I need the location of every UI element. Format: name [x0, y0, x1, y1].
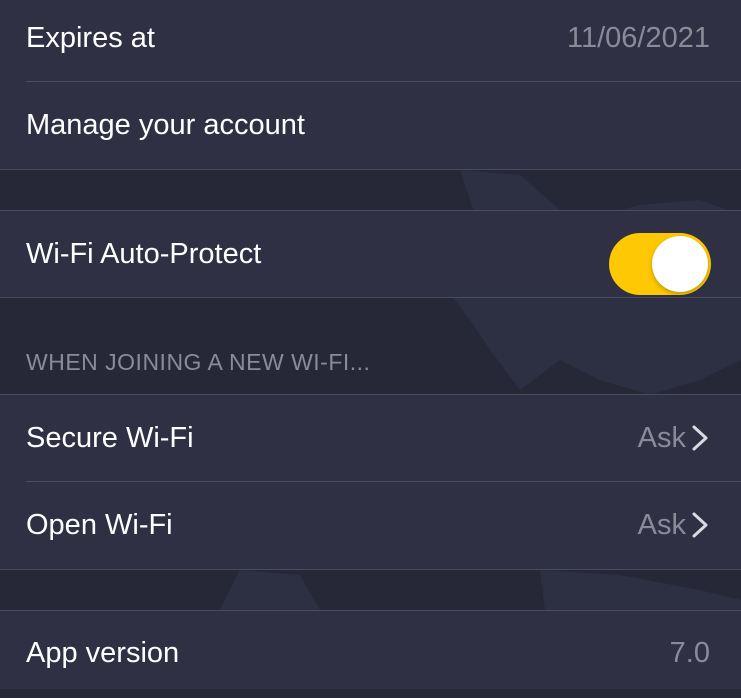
section-header-new-wifi: WHEN JOINING A NEW WI-FI... — [26, 349, 371, 375]
open-wifi-value: Ask — [637, 509, 686, 541]
expires-at-row: Expires at 11/06/2021 — [0, 0, 741, 82]
separator — [0, 169, 741, 170]
app-version-label: App version — [26, 637, 180, 669]
secure-wifi-label: Secure Wi-Fi — [26, 422, 194, 454]
expires-at-value: 11/06/2021 — [567, 22, 710, 54]
wifi-auto-protect-row: Wi-Fi Auto-Protect — [0, 211, 741, 298]
chevron-right-icon — [692, 425, 708, 451]
secure-wifi-value: Ask — [637, 422, 686, 454]
manage-account-row[interactable]: Manage your account — [0, 82, 741, 169]
separator — [0, 297, 741, 298]
open-wifi-row[interactable]: Open Wi-Fi Ask — [0, 482, 741, 569]
manage-account-label[interactable]: Manage your account — [26, 82, 305, 169]
toggle-knob — [652, 236, 708, 292]
open-wifi-label: Open Wi-Fi — [26, 509, 173, 541]
secure-wifi-row[interactable]: Secure Wi-Fi Ask — [0, 395, 741, 482]
separator — [0, 569, 741, 570]
wifi-auto-protect-label: Wi-Fi Auto-Protect — [26, 238, 262, 270]
expires-at-label: Expires at — [26, 22, 155, 54]
app-version-value: 7.0 — [669, 637, 710, 669]
chevron-right-icon — [692, 512, 708, 538]
wifi-auto-protect-toggle[interactable] — [609, 233, 711, 295]
app-version-row: App version 7.0 — [0, 611, 741, 689]
